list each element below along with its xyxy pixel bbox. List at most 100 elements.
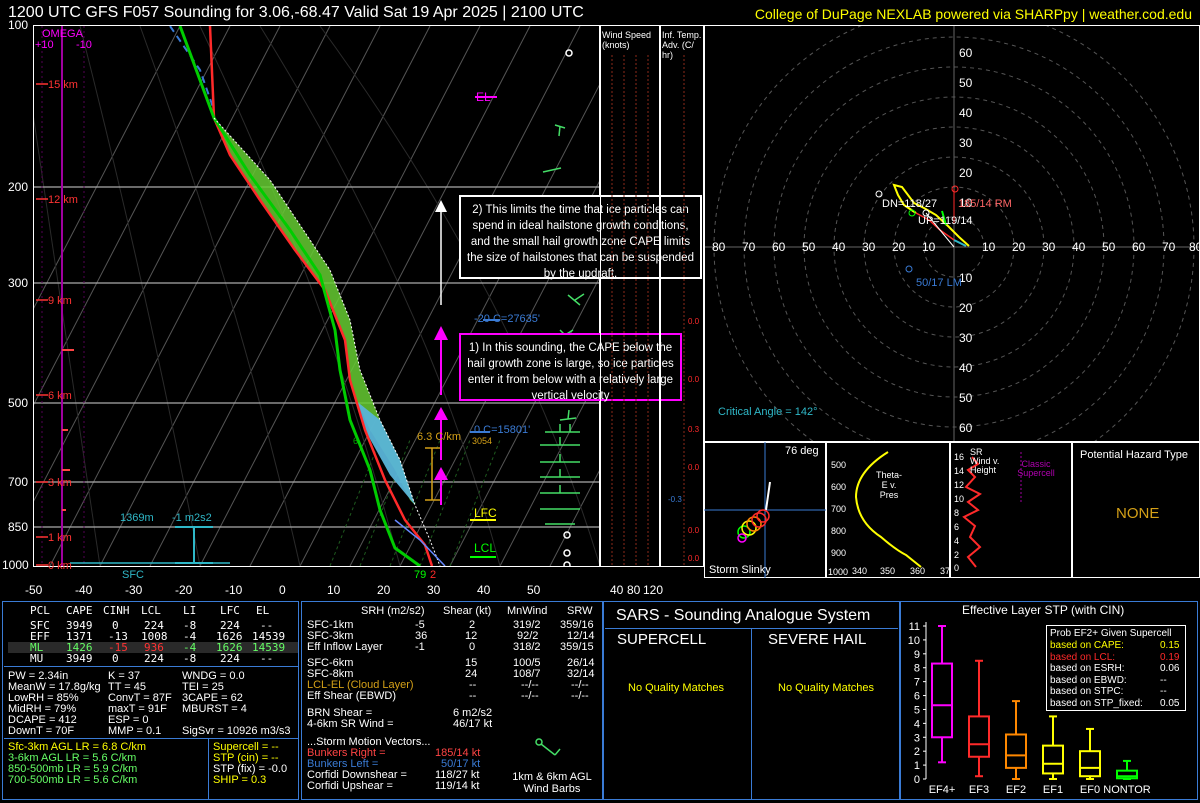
sars-no-match-left: No Quality Matches bbox=[628, 682, 724, 694]
legend-label: based on STP_fixed: bbox=[1050, 697, 1143, 709]
sr-wind-htick: 10 bbox=[954, 494, 965, 504]
sr-wind-classic: Classic Supercell bbox=[1017, 459, 1055, 478]
sr-wind-htick: 4 bbox=[954, 536, 960, 546]
sr-wind-htick: 16 bbox=[954, 452, 965, 462]
cell: MU bbox=[30, 652, 44, 665]
hodo-xtick: 70 bbox=[1162, 240, 1176, 254]
sfc-dew-label: 2 bbox=[430, 569, 437, 581]
level-markers bbox=[470, 96, 500, 558]
cell: --/-- bbox=[521, 690, 539, 702]
sr-wind-title: SR Wind v. Height bbox=[970, 447, 1000, 475]
cell: 359/15 bbox=[560, 641, 594, 653]
hodo-xtick: 40 bbox=[1072, 240, 1086, 254]
stp-category-label: EF1 bbox=[1043, 784, 1063, 796]
srh-marker bbox=[70, 526, 230, 564]
hodo-up-label: UP=119/14 bbox=[918, 215, 973, 227]
pressure-tick-100: 100 bbox=[8, 18, 29, 32]
dewpoint-trace bbox=[178, 26, 421, 566]
hodo-xtick: 50 bbox=[802, 240, 816, 254]
motion-label: Corfidi Upshear = bbox=[307, 780, 393, 792]
legend-value: 0.19 bbox=[1160, 651, 1180, 663]
legend-value: 0.05 bbox=[1160, 697, 1180, 709]
hodo-xtick: 50 bbox=[1102, 240, 1116, 254]
thermo-col1: PW = 2.34in MeanW = 17.8g/kg LowRH = 85%… bbox=[8, 671, 101, 737]
temp-tick: 50 bbox=[527, 583, 541, 597]
lapse-rate: 700-500mb LR = 5.6 C/km bbox=[8, 774, 138, 786]
pressure-tick-850: 850 bbox=[8, 520, 29, 534]
inferred-temp-value: 0.0 bbox=[688, 526, 700, 535]
hazard-title: Potential Hazard Type bbox=[1080, 449, 1189, 461]
barb-icon bbox=[535, 738, 561, 756]
cell: 318/2 bbox=[513, 641, 541, 653]
parcel-header-row: PCL CAPE CINH LCL LI LFC EL bbox=[8, 605, 298, 616]
hodo-xtick: 40 bbox=[832, 240, 846, 254]
storm-slinky-svg bbox=[704, 442, 826, 578]
stp-category-label: NONTOR bbox=[1103, 784, 1151, 796]
theta-e-ptick: 600 bbox=[831, 482, 847, 492]
lapse-label: 6.3 C/km bbox=[417, 431, 462, 443]
lfc-label: LFC bbox=[474, 506, 497, 520]
col-header: LFC bbox=[220, 604, 240, 617]
inferred-temp-value: 0.0 bbox=[688, 375, 700, 384]
wind-speed-tick: 120 bbox=[643, 583, 664, 597]
hodo-ytick: 60 bbox=[959, 421, 973, 435]
stp-ytick-label: 8 bbox=[914, 663, 920, 675]
stp-box bbox=[1042, 744, 1064, 775]
thermo-value: MMP = 0.1 bbox=[108, 725, 162, 737]
hodo-ytick: 40 bbox=[959, 361, 973, 375]
stp-ytick-label: 10 bbox=[908, 635, 920, 647]
hodo-xtick: 80 bbox=[712, 240, 726, 254]
cell: Eff Shear (EBWD) bbox=[307, 690, 397, 702]
temp-tick: -40 bbox=[75, 583, 93, 597]
thermo-value: SigSvr = 10926 m3/s3 bbox=[182, 725, 291, 737]
inferred-temp-title: Inf. Temp. Adv. (C/ hr) bbox=[662, 30, 702, 60]
theta-e-ttick: 350 bbox=[880, 566, 896, 576]
stp-box bbox=[968, 715, 990, 758]
pressure-tick-500: 500 bbox=[8, 396, 29, 410]
theta-e-ttick: 37 bbox=[940, 566, 951, 576]
parcel-rows: SFC 3949 0 224 -8 224 -- EFF 1371 -13 10… bbox=[8, 620, 298, 664]
temp-tick: 40 bbox=[477, 583, 491, 597]
sr-wind-htick: 8 bbox=[954, 508, 960, 518]
hodo-xtick: 10 bbox=[982, 240, 996, 254]
col-header: LI bbox=[183, 604, 197, 617]
col-header: EL bbox=[256, 604, 270, 617]
temp-tick: -20 bbox=[175, 583, 193, 597]
parcel-table: PCL CAPE CINH LCL LI LFC EL bbox=[8, 605, 298, 616]
cell: Eff Inflow Layer bbox=[307, 641, 383, 653]
height-label: 6 km bbox=[48, 390, 72, 402]
theta-e-ptick: 800 bbox=[831, 526, 847, 536]
temp-tick: 30 bbox=[427, 583, 441, 597]
hodo-xtick: 80 bbox=[1189, 240, 1200, 254]
hodo-dn-label: DN=118/27 bbox=[882, 198, 938, 210]
thermo-value: DownT = 70F bbox=[8, 725, 75, 737]
inferred-temp-value: 0.0 bbox=[688, 554, 700, 563]
hazard-value: NONE bbox=[1116, 505, 1160, 522]
hodo-xtick: 60 bbox=[1132, 240, 1146, 254]
stp-ytick-label: 4 bbox=[914, 718, 920, 730]
omega-minus: -10 bbox=[76, 39, 92, 51]
inferred-temp-svg bbox=[683, 55, 685, 565]
parcel-row-mu: MU 3949 0 224 -8 224 -- bbox=[8, 653, 298, 664]
mixing-label: 3054 bbox=[472, 436, 493, 446]
hodo-rm-label: 185/14 RM bbox=[958, 198, 1012, 210]
hodo-xtick: 10 bbox=[922, 240, 936, 254]
stp-category-label: EF2 bbox=[1006, 784, 1026, 796]
stp-ytick-label: 6 bbox=[914, 691, 920, 703]
cell: 224 bbox=[144, 652, 164, 665]
srw46-value: 46/17 kt bbox=[453, 718, 493, 730]
legend-value: -- bbox=[1160, 674, 1167, 686]
hodograph-svg bbox=[705, 26, 1199, 441]
hodo-xtick: 30 bbox=[862, 240, 876, 254]
wind-circles bbox=[563, 49, 573, 566]
kinematic-rows-b: SFC-6km 15 100/5 26/14 SFC-8km 24 108/7 … bbox=[305, 658, 601, 702]
hodo-ytick: 60 bbox=[959, 46, 973, 60]
legend-value: 0.06 bbox=[1160, 663, 1180, 674]
legend-label: based on EBWD: bbox=[1050, 674, 1127, 686]
temp-tick: -50 bbox=[25, 583, 43, 597]
hodo-ytick: 50 bbox=[959, 76, 973, 90]
lapse-rates: Sfc-3km AGL LR = 6.8 C/km 3-6km AGL LR =… bbox=[8, 742, 146, 786]
cell: -1 bbox=[415, 641, 425, 653]
wind-speed-title: Wind Speed (knots) bbox=[602, 30, 652, 50]
hodo-ytick: 30 bbox=[959, 331, 973, 345]
